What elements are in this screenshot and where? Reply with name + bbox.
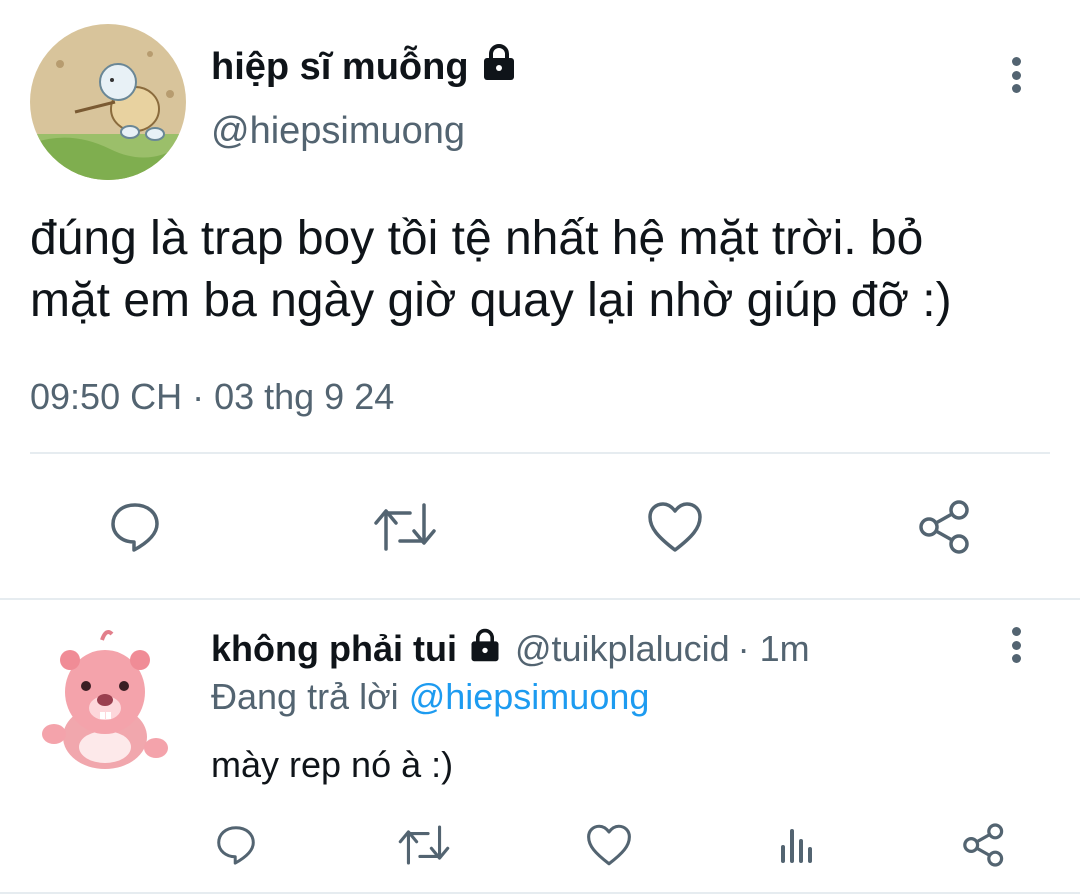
like-icon (587, 824, 631, 866)
lock-icon (479, 42, 519, 92)
reply-time: · 1m (737, 628, 810, 669)
analytics-button[interactable] (770, 818, 824, 872)
like-icon (648, 502, 702, 552)
retweet-icon (374, 503, 436, 551)
replying-to-line: Đang trả lời @hiepsimuong (211, 676, 649, 718)
divider (0, 892, 1080, 894)
reply-author-handle[interactable]: @tuikplalucid (515, 628, 730, 670)
replying-to-label: Đang trả lời (211, 676, 399, 717)
author-name-row[interactable]: hiệp sĩ muỗng (211, 44, 519, 90)
reply-button[interactable] (208, 818, 264, 872)
reply-button[interactable] (100, 496, 170, 558)
author-avatar[interactable] (30, 24, 186, 180)
reply-icon (111, 503, 159, 552)
divider (0, 598, 1080, 600)
share-button[interactable] (956, 818, 1012, 872)
share-icon (963, 823, 1004, 867)
retweet-icon (398, 825, 450, 865)
tweet-text: đúng là trap boy tồi tệ nhất hệ mặt trời… (30, 208, 1070, 332)
like-button[interactable] (580, 818, 638, 872)
replying-to-mention[interactable]: @hiepsimuong (409, 676, 650, 717)
share-icon (919, 500, 969, 554)
reply-icon (217, 826, 255, 865)
like-button[interactable] (642, 496, 708, 558)
share-button[interactable] (912, 496, 978, 558)
divider (30, 452, 1050, 454)
avatar-image (30, 24, 186, 180)
author-handle[interactable]: @hiepsimuong (211, 110, 465, 153)
avatar-image (42, 630, 168, 769)
more-options-icon[interactable] (1010, 627, 1022, 663)
tweet-text-line: mặt em ba ngày giờ quay lại nhờ giúp đỡ … (30, 274, 952, 327)
tweet-text-line: đúng là trap boy tồi tệ nhất hệ mặt trời… (30, 212, 924, 265)
reply-author-avatar[interactable] (40, 622, 170, 774)
tweet-timestamp[interactable]: 09:50 CH · 03 thg 9 24 (30, 376, 394, 418)
retweet-button[interactable] (368, 496, 442, 558)
author-name[interactable]: hiệp sĩ muỗng (211, 46, 469, 89)
analytics-icon (781, 829, 812, 863)
reply-author-name[interactable]: không phải tui (211, 628, 457, 670)
reply-text: mày rep nó à :) (211, 744, 454, 785)
more-options-icon[interactable] (1010, 57, 1022, 93)
reply-header: không phải tui @tuikplalucid · 1m (211, 626, 810, 672)
lock-icon (467, 627, 503, 672)
retweet-button[interactable] (392, 818, 456, 872)
